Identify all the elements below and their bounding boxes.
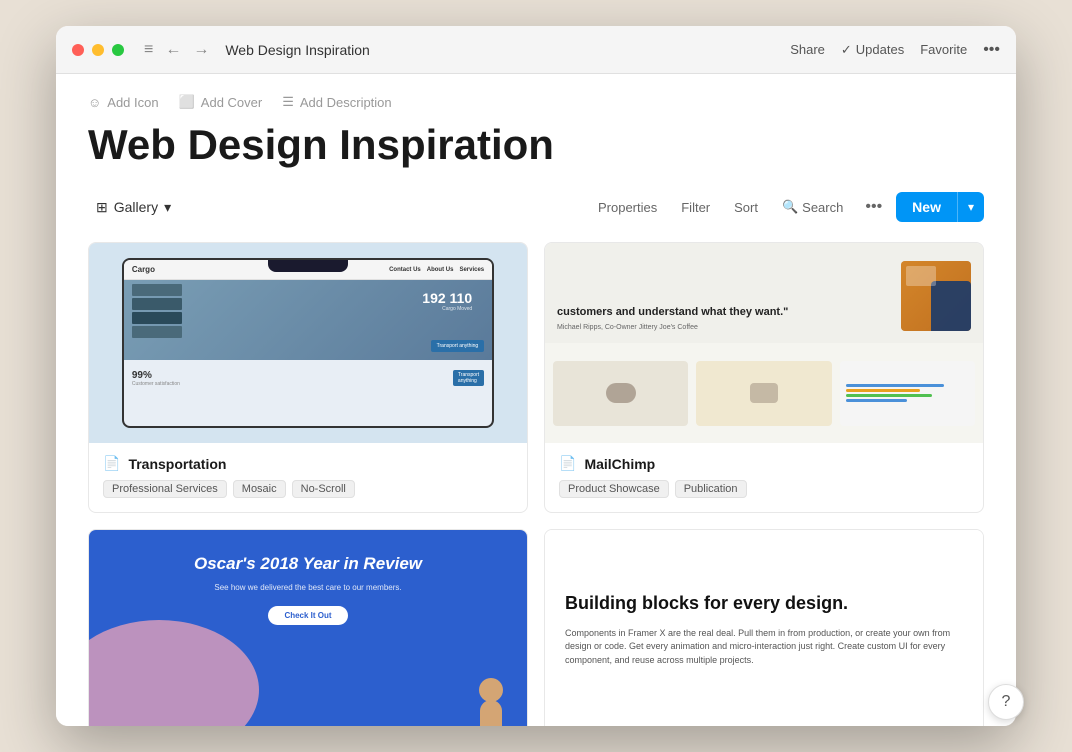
new-button-group: New ▾	[896, 192, 984, 222]
check-icon: ✓	[841, 42, 852, 58]
search-button[interactable]: 🔍 Search	[774, 194, 851, 220]
mailchimp-thumb2	[696, 361, 831, 426]
toolbar: ⊞ Gallery ▾ Properties Filter Sort 🔍 Sea…	[88, 192, 984, 222]
titlebar-actions: Share ✓ Updates Favorite •••	[790, 41, 1000, 59]
add-cover-button[interactable]: ⬜ Add Cover	[179, 94, 263, 110]
traffic-lights	[72, 44, 124, 56]
caret-down-icon: ▾	[164, 199, 171, 216]
add-description-button[interactable]: ☰ Add Description	[282, 94, 391, 110]
framer-body-text: Components in Framer X are the real deal…	[565, 627, 963, 668]
close-button[interactable]	[72, 44, 84, 56]
back-button[interactable]: ←	[161, 37, 185, 63]
tag-no-scroll: No-Scroll	[292, 480, 355, 498]
oscar-cta: Check It Out	[268, 606, 347, 625]
window-title: Web Design Inspiration	[225, 42, 790, 58]
help-button[interactable]: ?	[988, 684, 1024, 720]
properties-button[interactable]: Properties	[590, 195, 665, 220]
content-area: ☺ Add Icon ⬜ Add Cover ☰ Add Description…	[56, 74, 1016, 726]
transportation-title: 📄 Transportation	[103, 455, 513, 472]
mailchimp-image: customers and understand what they want.…	[545, 243, 983, 443]
more-button[interactable]: •••	[983, 41, 1000, 59]
mailchimp-tags: Product Showcase Publication	[559, 480, 969, 498]
mailchimp-quote-image	[901, 261, 971, 331]
gallery-grid: Cargo Contact Us About Us Services	[88, 242, 984, 726]
tag-mosaic: Mosaic	[233, 480, 286, 498]
mailchimp-attribution: Michael Ripps, Co-Owner Jittery Joe's Co…	[557, 324, 889, 331]
filter-button[interactable]: Filter	[673, 195, 718, 220]
titlebar: ≡ ← → Web Design Inspiration Share ✓ Upd…	[56, 26, 1016, 74]
search-icon: 🔍	[782, 199, 798, 215]
oscar-subtitle: See how we delivered the best care to ou…	[214, 583, 401, 592]
transportation-body: 📄 Transportation Professional Services M…	[89, 443, 527, 512]
toolbar-more-button[interactable]: •••	[859, 194, 888, 220]
transport-cta: Transport anything	[431, 340, 485, 352]
transportation-card[interactable]: Cargo Contact Us About Us Services	[88, 242, 528, 513]
page-icon: 📄	[103, 455, 120, 472]
oscar-image: Oscar's 2018 Year in Review See how we d…	[89, 530, 527, 726]
transportation-image: Cargo Contact Us About Us Services	[89, 243, 527, 443]
hero-number: 192 110	[422, 290, 472, 306]
oscar-card[interactable]: Oscar's 2018 Year in Review See how we d…	[88, 529, 528, 726]
smiley-icon: ☺	[88, 95, 101, 110]
favorite-button[interactable]: Favorite	[920, 42, 967, 57]
framer-heading: Building blocks for every design.	[565, 593, 963, 615]
mailchimp-thumb3	[840, 361, 975, 426]
transportation-tags: Professional Services Mosaic No-Scroll	[103, 480, 513, 498]
gallery-view-button[interactable]: ⊞ Gallery ▾	[88, 193, 179, 222]
page-title: Web Design Inspiration	[88, 122, 984, 168]
new-dropdown-button[interactable]: ▾	[957, 192, 984, 222]
add-icon-button[interactable]: ☺ Add Icon	[88, 94, 159, 110]
framer-image: Building blocks for every design. Compon…	[545, 530, 983, 726]
sort-button[interactable]: Sort	[726, 195, 766, 220]
mailchimp-title: 📄 MailChimp	[559, 455, 969, 472]
mailchimp-thumb1	[553, 361, 688, 426]
grid-icon: ⊞	[96, 199, 108, 216]
mailchimp-card[interactable]: customers and understand what they want.…	[544, 242, 984, 513]
menu-icon[interactable]: ≡	[140, 37, 157, 63]
tag-publication: Publication	[675, 480, 747, 498]
transport-stat-label: Customer satisfaction	[132, 381, 180, 387]
mailchimp-page-icon: 📄	[559, 455, 576, 472]
hero-sub: Cargo Moved	[422, 306, 472, 312]
framer-card[interactable]: Building blocks for every design. Compon…	[544, 529, 984, 726]
text-icon: ☰	[282, 94, 294, 110]
tag-product-showcase: Product Showcase	[559, 480, 669, 498]
minimize-button[interactable]	[92, 44, 104, 56]
transport-stat: 99%	[132, 370, 180, 381]
share-button[interactable]: Share	[790, 42, 825, 57]
mailchimp-body: 📄 MailChimp Product Showcase Publication	[545, 443, 983, 512]
maximize-button[interactable]	[112, 44, 124, 56]
updates-button[interactable]: ✓ Updates	[841, 42, 904, 58]
image-icon: ⬜	[179, 94, 195, 110]
tag-professional-services: Professional Services	[103, 480, 227, 498]
meta-row: ☺ Add Icon ⬜ Add Cover ☰ Add Description	[88, 94, 984, 110]
forward-button[interactable]: →	[189, 37, 213, 63]
oscar-title: Oscar's 2018 Year in Review	[194, 554, 422, 574]
new-button[interactable]: New	[896, 192, 957, 222]
mailchimp-quote: customers and understand what they want.…	[557, 305, 889, 320]
